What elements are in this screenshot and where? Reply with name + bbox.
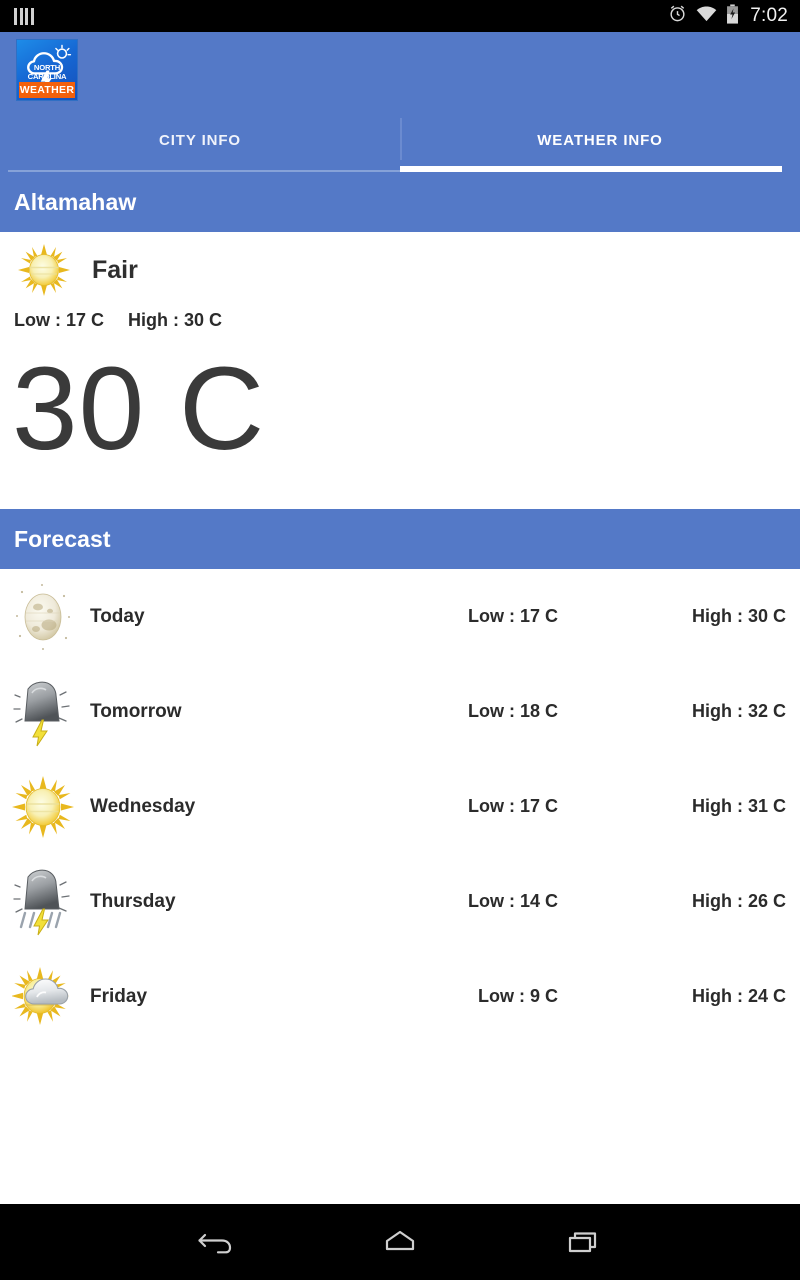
thunderstorm-rain-icon: [12, 865, 76, 939]
forecast-high-label: High : 26 C: [691, 891, 786, 911]
tab-weather-info[interactable]: WEATHER INFO: [400, 108, 800, 172]
sun-icon: [12, 770, 76, 844]
alarm-clock-icon: [668, 4, 687, 28]
forecast-day-label: Today: [90, 605, 145, 627]
app-bar: NORTH CAROLINA WEATHER: [0, 32, 800, 108]
forecast-day-label: Tomorrow: [90, 700, 182, 722]
forecast-list: Today Low : 17 C High : 30 C Tomorrow Lo…: [0, 569, 800, 1044]
tab-divider: [400, 118, 402, 160]
forecast-high-label: High : 30 C: [691, 606, 786, 626]
tab-city-info-underline: [8, 170, 400, 172]
forecast-high-label: High : 31 C: [691, 796, 786, 816]
tab-weather-info-label: WEATHER INFO: [537, 131, 663, 149]
sun-behind-cloud-icon: [11, 960, 76, 1034]
forecast-header: Forecast: [0, 509, 800, 569]
home-icon[interactable]: [372, 1220, 428, 1264]
status-bar: 7:02: [0, 0, 800, 32]
battery-charging-icon: [726, 3, 739, 29]
android-nav-bar: [0, 1204, 800, 1280]
forecast-row[interactable]: Friday Low : 9 C High : 24 C: [0, 949, 800, 1044]
app-screen: 7:02 NORTH CAROLINA WEATHER CITY INFO WE…: [0, 0, 800, 1280]
forecast-title: Forecast: [14, 525, 111, 552]
vertical-bars-icon: [14, 7, 34, 25]
forecast-row[interactable]: Tomorrow Low : 18 C High : 32 C: [0, 664, 800, 759]
tab-city-info[interactable]: CITY INFO: [0, 108, 400, 172]
forecast-low-label: Low : 14 C: [467, 891, 558, 911]
tab-weather-info-underline: [400, 166, 782, 172]
forecast-day-label: Thursday: [90, 890, 176, 912]
logo-orange-band: WEATHER: [19, 82, 75, 98]
forecast-high-label: High : 32 C: [691, 701, 786, 721]
city-header: Altamahaw: [0, 172, 800, 232]
current-condition-label: Fair: [92, 255, 138, 284]
forecast-row[interactable]: Wednesday Low : 17 C High : 31 C: [0, 759, 800, 854]
moon-icon: [12, 580, 76, 654]
status-bar-left: [14, 7, 34, 25]
current-high-label: High : 30 C: [128, 310, 223, 330]
logo-region-label: NORTH CAROLINA: [27, 63, 67, 81]
current-temperature: 30 C: [12, 343, 266, 475]
forecast-row[interactable]: Today Low : 17 C High : 30 C: [0, 569, 800, 664]
recents-icon[interactable]: [556, 1220, 612, 1264]
app-logo[interactable]: NORTH CAROLINA WEATHER: [16, 39, 78, 101]
back-icon[interactable]: [188, 1220, 244, 1264]
tab-bar: CITY INFO WEATHER INFO: [0, 108, 800, 172]
forecast-low-label: Low : 9 C: [478, 986, 558, 1006]
forecast-low-label: Low : 17 C: [467, 796, 558, 816]
sun-icon: [14, 242, 82, 298]
status-bar-clock: 7:02: [750, 5, 788, 26]
current-condition-row: Fair: [0, 232, 800, 296]
current-low-high: Low : 17 C High : 30 C: [0, 296, 800, 331]
thunderstorm-icon: [12, 675, 76, 749]
current-low-label: Low : 17 C: [14, 310, 105, 330]
forecast-low-label: Low : 18 C: [467, 701, 558, 721]
wifi-icon: [696, 5, 717, 27]
logo-app-label: WEATHER: [19, 84, 75, 96]
current-conditions: Fair Low : 17 C High : 30 C 30 C: [0, 232, 800, 509]
forecast-day-label: Wednesday: [90, 795, 196, 817]
forecast-low-label: Low : 17 C: [467, 606, 558, 626]
forecast-high-label: High : 24 C: [691, 986, 786, 1006]
status-bar-right: 7:02: [668, 3, 788, 29]
city-name: Altamahaw: [14, 188, 137, 215]
forecast-day-label: Friday: [90, 985, 148, 1007]
forecast-row[interactable]: Thursday Low : 14 C High : 26 C: [0, 854, 800, 949]
tab-city-info-label: CITY INFO: [159, 131, 241, 149]
